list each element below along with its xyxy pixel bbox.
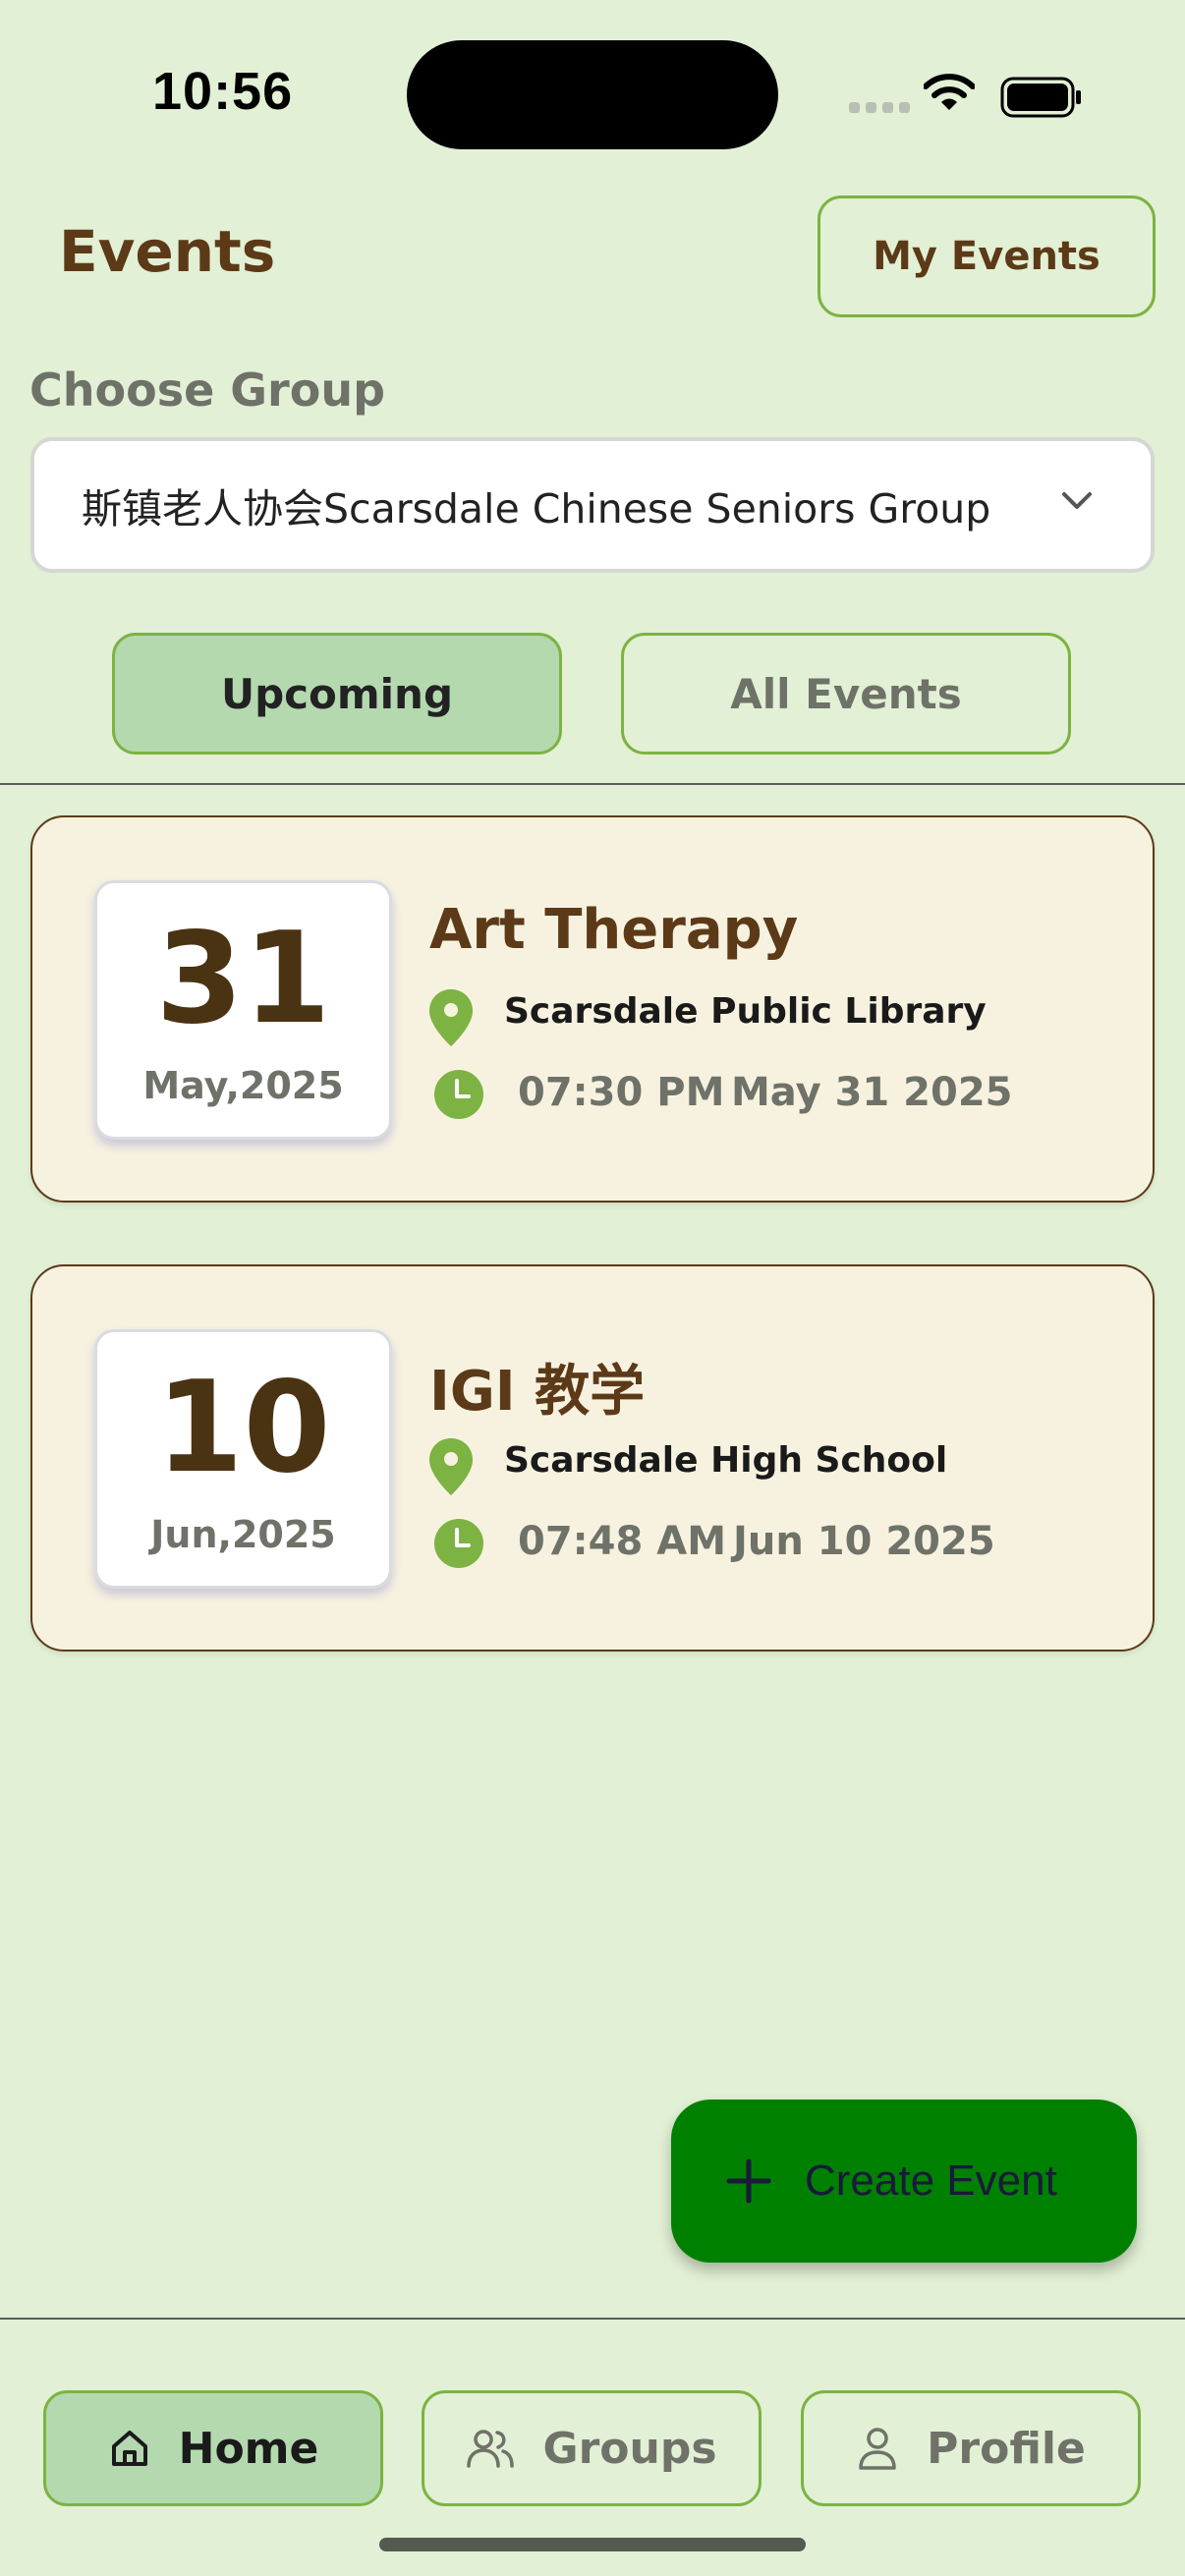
my-events-button[interactable]: My Events (818, 196, 1156, 317)
event-card[interactable]: 31 May,2025 Art Therapy Scarsdale Public… (30, 815, 1155, 1203)
group-select[interactable]: 斯镇老人协会Scarsdale Chinese Seniors Group (30, 437, 1155, 573)
nav-home-button[interactable]: Home (43, 2390, 383, 2506)
event-location: Scarsdale Public Library (504, 991, 987, 1032)
event-date-box: 31 May,2025 (94, 880, 392, 1140)
event-month-year: Jun,2025 (150, 1513, 336, 1556)
event-date-box: 10 Jun,2025 (94, 1329, 392, 1589)
event-date: May 31 2025 (731, 1070, 1013, 1115)
nav-profile-label: Profile (927, 2423, 1086, 2474)
event-date: Jun 10 2025 (733, 1519, 995, 1564)
group-select-value: 斯镇老人协会Scarsdale Chinese Seniors Group (82, 485, 991, 532)
location-pin-icon (429, 989, 473, 1046)
upcoming-tab[interactable]: Upcoming (112, 633, 562, 755)
nav-groups-button[interactable]: Groups (422, 2390, 762, 2506)
location-pin-icon (429, 1438, 473, 1495)
filter-divider (0, 783, 1185, 785)
clock-icon (434, 1519, 483, 1568)
page-title: Events (59, 218, 276, 285)
event-day: 10 (155, 1355, 331, 1501)
users-icon (467, 2430, 515, 2468)
home-icon (111, 2431, 147, 2466)
choose-group-label: Choose Group (29, 364, 386, 417)
event-location: Scarsdale High School (504, 1440, 948, 1481)
nav-home-label: Home (178, 2423, 319, 2474)
clock-icon (434, 1070, 483, 1119)
nav-groups-label: Groups (542, 2423, 717, 2474)
battery-icon (1000, 77, 1081, 118)
event-title: Art Therapy (429, 898, 799, 962)
dynamic-island (407, 40, 778, 149)
user-icon (859, 2428, 896, 2470)
events-screen: 10:56 Events My Events Choose Group 斯镇老人… (0, 0, 1185, 2576)
event-time: 07:30 PM (518, 1070, 725, 1115)
status-time: 10:56 (152, 62, 294, 121)
event-card[interactable]: 10 Jun,2025 IGI 教学 Scarsdale High School… (30, 1264, 1155, 1652)
chevron-down-icon (1062, 492, 1092, 509)
nav-profile-button[interactable]: Profile (801, 2390, 1141, 2506)
create-event-button[interactable]: Create Event (671, 2100, 1137, 2263)
event-day: 31 (155, 906, 331, 1052)
all-events-tab[interactable]: All Events (621, 633, 1071, 755)
event-title: IGI 教学 (429, 1360, 646, 1424)
event-time: 07:48 AM (518, 1519, 727, 1564)
wifi-icon (924, 74, 975, 110)
plus-icon (726, 2158, 771, 2204)
nav-divider (0, 2318, 1185, 2320)
cellular-signal-icon (849, 102, 910, 113)
home-indicator[interactable] (379, 2538, 806, 2551)
create-event-label: Create Event (805, 2156, 1057, 2205)
event-month-year: May,2025 (142, 1064, 344, 1107)
